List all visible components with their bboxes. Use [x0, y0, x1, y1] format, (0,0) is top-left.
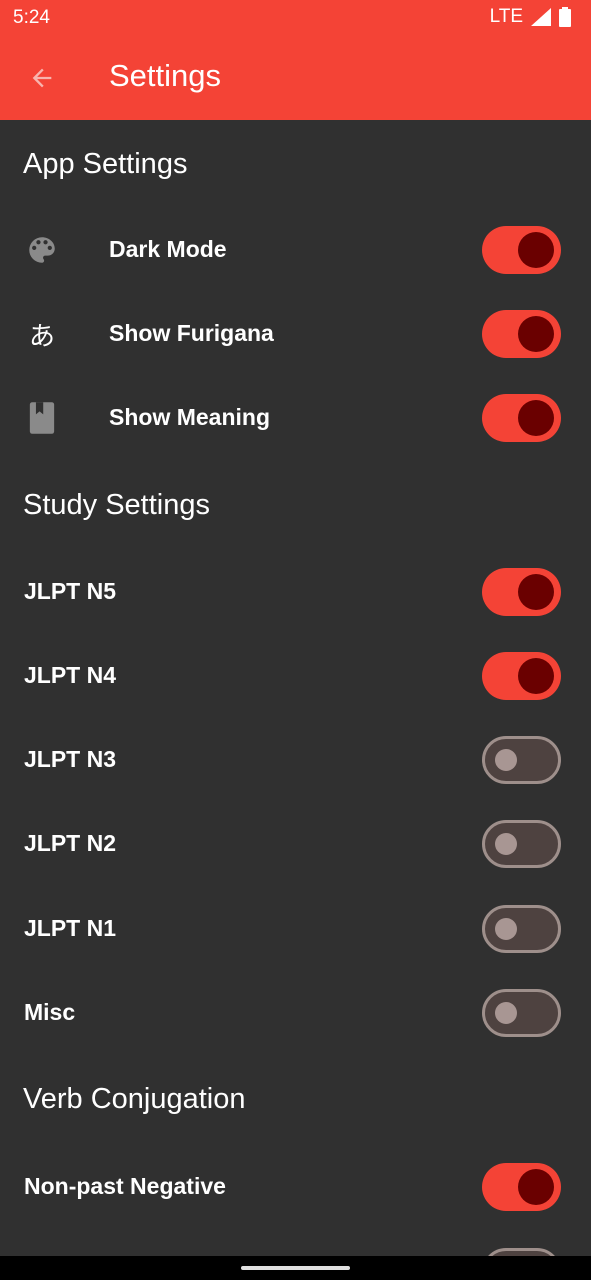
setting-row-jlpt-n3[interactable]: JLPT N3 [0, 718, 591, 802]
home-gesture-handle[interactable] [241, 1266, 350, 1270]
jlpt-n2-switch[interactable] [482, 820, 561, 868]
section-title-verb-conjugation: Verb Conjugation [23, 1083, 246, 1115]
arrow-back-icon [32, 68, 52, 88]
switch-track [482, 905, 561, 953]
app-bar: Settings [0, 36, 591, 120]
show-furigana-switch[interactable] [482, 310, 561, 358]
setting-label: Non-past Negative [24, 1173, 226, 1199]
switch-thumb [495, 749, 517, 771]
setting-row-show-furigana[interactable]: あ Show Furigana [0, 292, 591, 376]
jlpt-n5-switch[interactable] [482, 568, 561, 616]
switch-thumb [518, 658, 554, 694]
switch-track [482, 820, 561, 868]
setting-label: JLPT N2 [24, 830, 117, 856]
setting-label: JLPT N1 [24, 915, 117, 941]
section-title-study-settings: Study Settings [23, 489, 210, 521]
setting-row-partial[interactable] [0, 1230, 591, 1256]
signal-icon [531, 8, 551, 26]
setting-row-show-meaning[interactable]: Show Meaning [0, 376, 591, 460]
setting-label: Show Furigana [109, 320, 274, 346]
switch-track [482, 736, 561, 784]
switch-thumb [518, 574, 554, 610]
section-title-app-settings: App Settings [23, 148, 188, 180]
setting-row-non-past-negative[interactable]: Non-past Negative [0, 1145, 591, 1229]
setting-row-jlpt-n2[interactable]: JLPT N2 [0, 802, 591, 886]
switch-track [482, 1248, 561, 1256]
setting-label: Dark Mode [109, 236, 227, 262]
status-icons: LTE [490, 6, 571, 28]
setting-row-dark-mode[interactable]: Dark Mode [0, 208, 591, 292]
switch-thumb [518, 232, 554, 268]
switch-thumb [495, 1002, 517, 1024]
setting-label: Misc [24, 999, 76, 1025]
setting-row-misc[interactable]: Misc [0, 971, 591, 1055]
network-label: LTE [489, 6, 523, 27]
setting-label: JLPT N3 [24, 746, 117, 772]
setting-label: Show Meaning [109, 404, 270, 430]
setting-label: JLPT N5 [24, 578, 117, 604]
status-bar: 5:24 LTE [0, 0, 591, 36]
setting-row-jlpt-n4[interactable]: JLPT N4 [0, 634, 591, 718]
switch-thumb [495, 833, 517, 855]
dark-mode-switch[interactable] [482, 226, 561, 274]
switch-thumb [518, 1169, 554, 1205]
switch-thumb [518, 400, 554, 436]
page-title: Settings [109, 58, 222, 93]
back-button[interactable] [26, 62, 58, 94]
settings-list[interactable]: App Settings Dark Mode あ Show Furigana S… [0, 120, 591, 1256]
switch-thumb [518, 316, 554, 352]
non-past-negative-switch[interactable] [482, 1163, 561, 1211]
hiragana-a-icon: あ [28, 321, 55, 352]
setting-row-jlpt-n5[interactable]: JLPT N5 [0, 550, 591, 634]
jlpt-n4-switch[interactable] [482, 652, 561, 700]
jlpt-n1-switch[interactable] [482, 905, 561, 953]
switch-thumb [495, 918, 517, 940]
status-time: 5:24 [13, 7, 50, 28]
setting-label: JLPT N4 [24, 662, 117, 688]
battery-icon [559, 7, 571, 27]
jlpt-n3-switch[interactable] [482, 736, 561, 784]
book-icon [24, 400, 60, 436]
setting-row-jlpt-n1[interactable]: JLPT N1 [0, 887, 591, 971]
switch-track [482, 989, 561, 1037]
show-meaning-switch[interactable] [482, 394, 561, 442]
misc-switch[interactable] [482, 989, 561, 1037]
partial-switch[interactable] [482, 1248, 561, 1256]
palette-icon [24, 232, 60, 268]
system-nav-bar [0, 1256, 591, 1280]
